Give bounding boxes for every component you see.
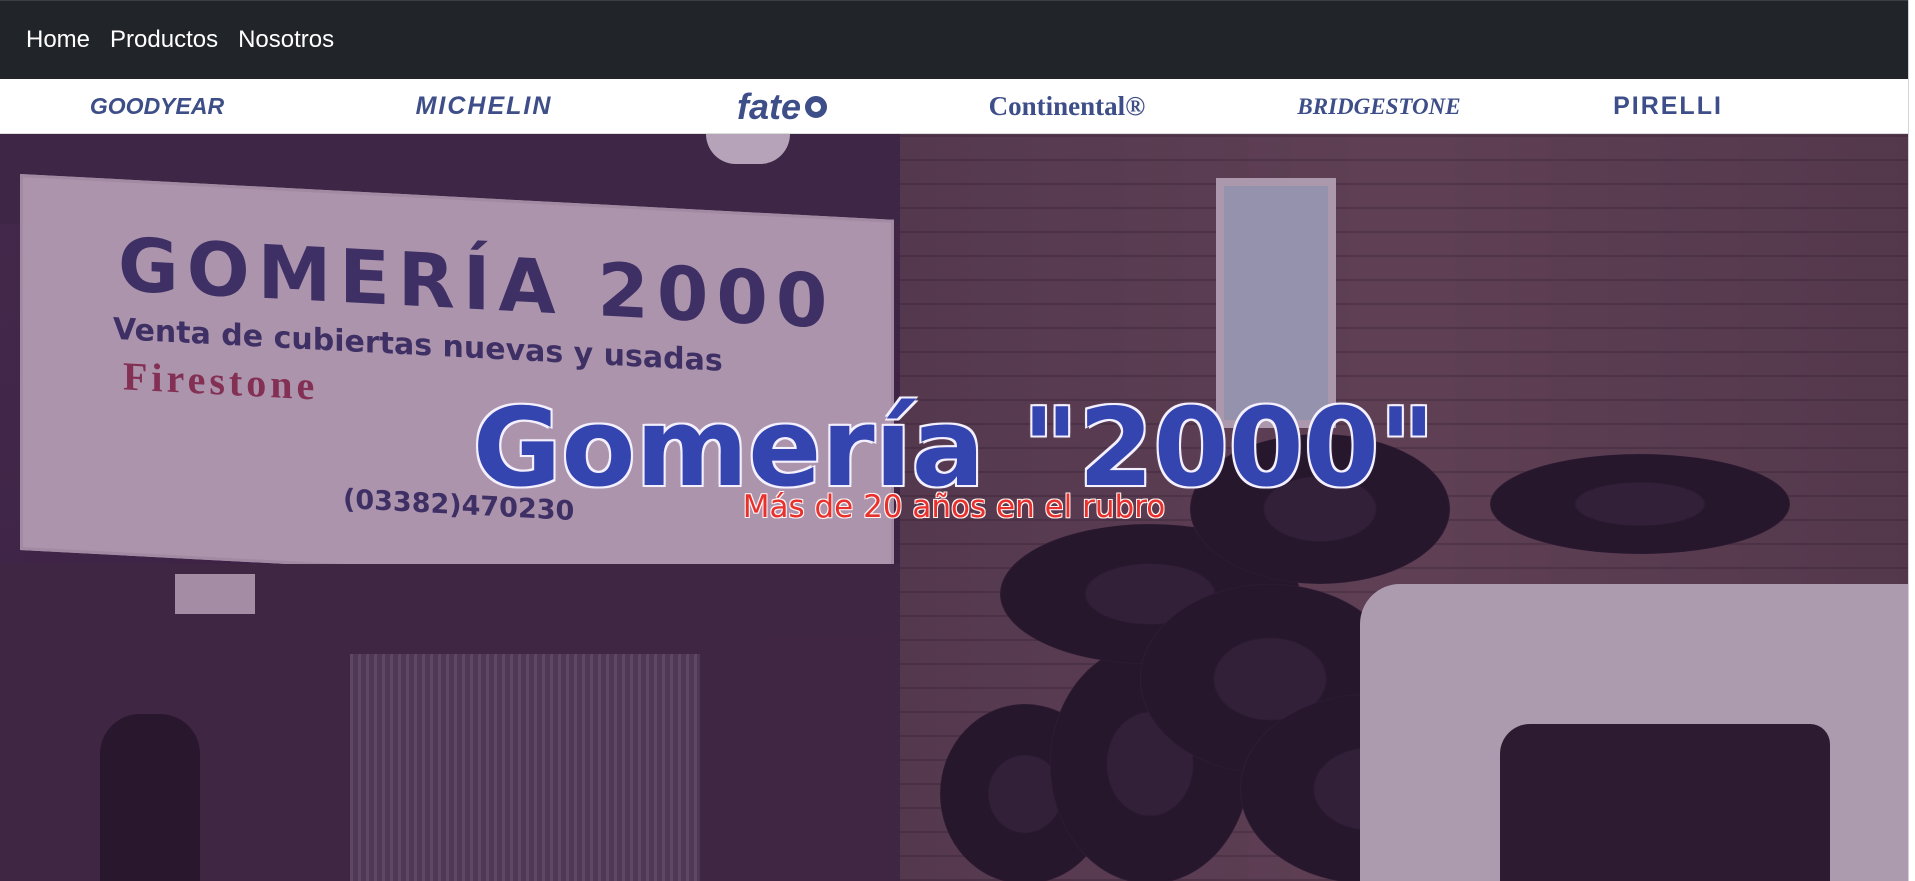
continental-logo: Continental® <box>957 79 1177 134</box>
nav-link-home[interactable]: Home <box>16 26 100 54</box>
michelin-logo-text: MICHELIN <box>415 92 553 120</box>
vertical-scrollbar[interactable] <box>1908 0 1915 881</box>
goodyear-logo: GOODYEAR <box>47 79 267 134</box>
nav-link-productos[interactable]: Productos <box>100 26 228 54</box>
hero-subtitle: Más de 20 años en el rubro <box>742 489 1166 525</box>
brand-logos-strip: GOODYEAR MICHELIN fate Continental® BRID… <box>0 79 1908 134</box>
bridgestone-logo-text: BRIDGESTONE <box>1297 93 1461 119</box>
pirelli-logo: PIRELLI <box>1558 79 1778 134</box>
michelin-logo: MICHELIN <box>374 79 594 134</box>
hero-section: GOMERÍA 2000 Venta de cubiertas nuevas y… <box>0 134 1908 881</box>
pirelli-logo-text: PIRELLI <box>1613 92 1723 120</box>
goodyear-logo-text: GOODYEAR <box>89 93 225 119</box>
fate-logo-text: fate <box>736 85 802 127</box>
continental-logo-text: Continental® <box>988 91 1146 121</box>
top-navbar: Home Productos Nosotros <box>0 0 1908 79</box>
fate-o-icon <box>805 95 828 118</box>
nav-link-nosotros[interactable]: Nosotros <box>228 26 344 54</box>
page: Home Productos Nosotros GOODYEAR MICHELI… <box>0 0 1908 881</box>
hero-title: Gomería "2000" <box>472 386 1436 512</box>
fate-logo: fate <box>672 79 892 134</box>
bridgestone-logo: BRIDGESTONE <box>1269 79 1489 134</box>
